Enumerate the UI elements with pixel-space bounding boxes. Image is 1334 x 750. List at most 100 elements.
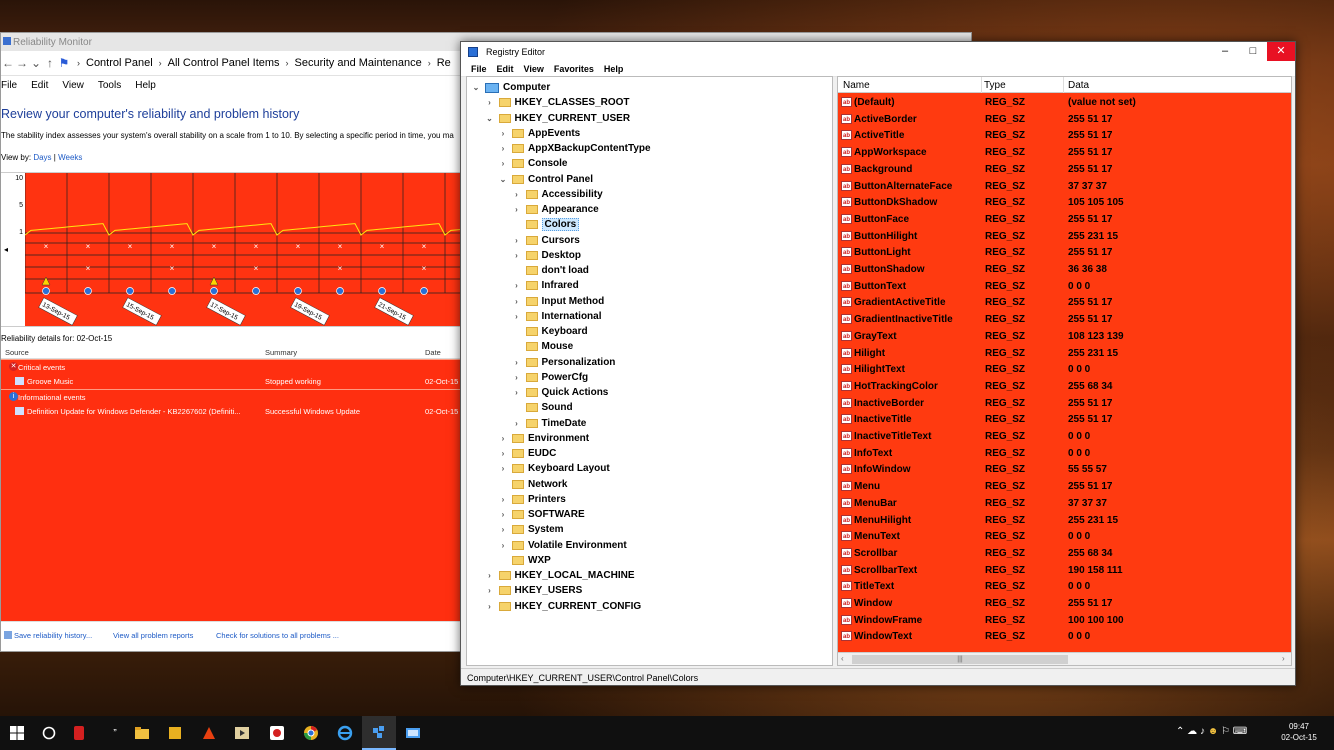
recent-dropdown-icon[interactable]: ⌄	[29, 56, 43, 70]
up-arrow-icon[interactable]: ↑	[43, 56, 57, 70]
table-row[interactable]: ab Hilight REG_SZ 255 231 15	[838, 345, 1291, 362]
chevron-down-icon[interactable]: ⌄	[485, 114, 495, 123]
chevron-right-icon[interactable]: ›	[498, 434, 508, 443]
view-days-link[interactable]: Days	[33, 153, 51, 162]
app-failure-marker[interactable]: ×	[128, 242, 133, 251]
cortana-search-button[interactable]	[32, 716, 66, 750]
menu-help[interactable]: Help	[135, 80, 156, 91]
chevron-right-icon[interactable]: ›	[498, 144, 508, 153]
maximize-button[interactable]: □	[1239, 42, 1267, 61]
column-divider[interactable]	[1063, 77, 1064, 93]
tree-node[interactable]: › Quick Actions	[512, 385, 608, 400]
tree-node[interactable]: › System	[498, 522, 564, 537]
table-row[interactable]: ab InactiveTitleText REG_SZ 0 0 0	[838, 428, 1291, 445]
taskbar-remote-desktop[interactable]	[396, 716, 430, 750]
tree-node[interactable]: › AppXBackupContentType	[498, 141, 651, 156]
taskbar-app-paint[interactable]	[192, 716, 226, 750]
tree-node[interactable]: › PowerCfg	[512, 370, 588, 385]
registry-values-list[interactable]: Name Type Data ab (Default) REG_SZ (value n…	[837, 76, 1292, 666]
table-row[interactable]: ab ButtonShadow REG_SZ 36 36 38	[838, 261, 1291, 278]
chevron-down-icon[interactable]: ⌄	[498, 175, 508, 184]
table-row[interactable]: ab GrayText REG_SZ 108 123 139	[838, 328, 1291, 345]
col-data[interactable]: Data	[1068, 80, 1089, 91]
information-marker[interactable]	[126, 287, 134, 295]
view-reports-link[interactable]: View all problem reports	[113, 631, 193, 640]
col-summary[interactable]: Summary	[265, 348, 297, 357]
menu-view[interactable]: View	[62, 80, 84, 91]
app-failure-marker[interactable]: ×	[422, 242, 427, 251]
tree-node[interactable]: › SOFTWARE	[498, 507, 585, 522]
information-marker[interactable]	[42, 287, 50, 295]
horizontal-scrollbar[interactable]: ‹ ||| ›	[838, 652, 1291, 665]
tree-node[interactable]: Keyboard	[512, 324, 588, 339]
flag-tray-icon[interactable]: ⚐	[1221, 726, 1230, 737]
information-marker[interactable]	[210, 287, 218, 295]
check-solutions-link[interactable]: Check for solutions to all problems ...	[216, 631, 339, 640]
table-row[interactable]: ab Background REG_SZ 255 51 17	[838, 161, 1291, 178]
table-row[interactable]: ab InfoText REG_SZ 0 0 0	[838, 445, 1291, 462]
tree-node[interactable]: ⌄ Control Panel	[498, 172, 593, 187]
chevron-right-icon[interactable]: ›	[498, 129, 508, 138]
breadcrumb-security[interactable]: Security and Maintenance	[295, 57, 422, 69]
chevron-right-icon[interactable]: ›	[512, 312, 522, 321]
registry-tree[interactable]: ⌄ Computer › HKEY_CLASSES_ROOT ⌄ HKEY_CURRENT…	[466, 76, 833, 666]
table-row[interactable]: ab InfoWindow REG_SZ 55 55 57	[838, 461, 1291, 478]
tree-node[interactable]: › Personalization	[512, 355, 615, 370]
reg-menu-view[interactable]: View	[524, 64, 544, 74]
col-type[interactable]: Type	[984, 80, 1006, 91]
tree-node[interactable]: ⌄ HKEY_CURRENT_USER	[485, 111, 630, 126]
app-failure-marker[interactable]: ×	[212, 242, 217, 251]
chevron-right-icon[interactable]: ›	[512, 297, 522, 306]
tree-node[interactable]: › HKEY_USERS	[485, 583, 582, 598]
reg-menu-favorites[interactable]: Favorites	[554, 64, 594, 74]
chevron-right-icon[interactable]: ›	[512, 251, 522, 260]
tree-node[interactable]: › Environment	[498, 431, 589, 446]
tree-node[interactable]: › Infrared	[512, 278, 579, 293]
tray-chevron-icon[interactable]: ⌃	[1176, 726, 1184, 737]
table-row[interactable]: ab ButtonLight REG_SZ 255 51 17	[838, 244, 1291, 261]
windows-failure-marker[interactable]: ×	[338, 264, 343, 273]
table-row[interactable]: ab GradientInactiveTitle REG_SZ 255 51 17	[838, 311, 1291, 328]
chevron-right-icon[interactable]: ›	[485, 98, 495, 107]
table-row[interactable]: ab Scrollbar REG_SZ 255 68 34	[838, 545, 1291, 562]
chevron-right-icon[interactable]: ›	[512, 236, 522, 245]
tree-node[interactable]: › International	[512, 309, 601, 324]
chevron-right-icon[interactable]: ›	[498, 541, 508, 550]
close-button[interactable]: ✕	[1267, 42, 1295, 61]
scrollbar-thumb[interactable]: |||	[852, 655, 1068, 664]
tree-node[interactable]: Colors	[512, 217, 580, 232]
information-marker[interactable]	[378, 287, 386, 295]
onedrive-icon[interactable]: ☁	[1187, 726, 1197, 737]
chevron-right-icon[interactable]: ›	[498, 449, 508, 458]
smiley-icon[interactable]: ☻	[1208, 726, 1219, 737]
table-row[interactable]: ab ButtonFace REG_SZ 255 51 17	[838, 211, 1291, 228]
menu-file[interactable]: File	[1, 80, 17, 91]
windows-failure-marker[interactable]: ×	[170, 264, 175, 273]
chevron-right-icon[interactable]: ›	[512, 373, 522, 382]
tree-node[interactable]: › AppEvents	[498, 126, 581, 141]
col-source[interactable]: Source	[5, 348, 29, 357]
table-row[interactable]: ab ActiveTitle REG_SZ 255 51 17	[838, 127, 1291, 144]
chevron-right-icon[interactable]: ›	[485, 602, 495, 611]
chevron-right-icon[interactable]: ›	[512, 419, 522, 428]
table-row[interactable]: ab AppWorkspace REG_SZ 255 51 17	[838, 144, 1291, 161]
chevron-right-icon[interactable]: ›	[512, 358, 522, 367]
tree-node[interactable]: › TimeDate	[512, 416, 586, 431]
app-failure-marker[interactable]: ×	[254, 242, 259, 251]
chart-scroll-left-icon[interactable]: ◂	[4, 245, 23, 254]
information-marker[interactable]	[168, 287, 176, 295]
breadcrumb-reliability[interactable]: Re	[437, 57, 451, 69]
tree-node[interactable]: › Appearance	[512, 202, 599, 217]
table-row[interactable]: ab ButtonText REG_SZ 0 0 0	[838, 278, 1291, 295]
table-row[interactable]: ab ButtonAlternateFace REG_SZ 37 37 37	[838, 178, 1291, 195]
tree-node[interactable]: Sound	[512, 400, 573, 415]
save-history-link[interactable]: Save reliability history...	[14, 631, 92, 640]
reg-menu-help[interactable]: Help	[604, 64, 624, 74]
chevron-down-icon[interactable]: ⌄	[471, 83, 481, 92]
col-name[interactable]: Name	[843, 80, 870, 91]
windows-failure-marker[interactable]: ×	[254, 264, 259, 273]
taskbar-chrome[interactable]	[294, 716, 328, 750]
chevron-right-icon[interactable]: ›	[498, 525, 508, 534]
table-row[interactable]: ab MenuBar REG_SZ 37 37 37	[838, 495, 1291, 512]
back-arrow-icon[interactable]: ←	[1, 56, 15, 70]
